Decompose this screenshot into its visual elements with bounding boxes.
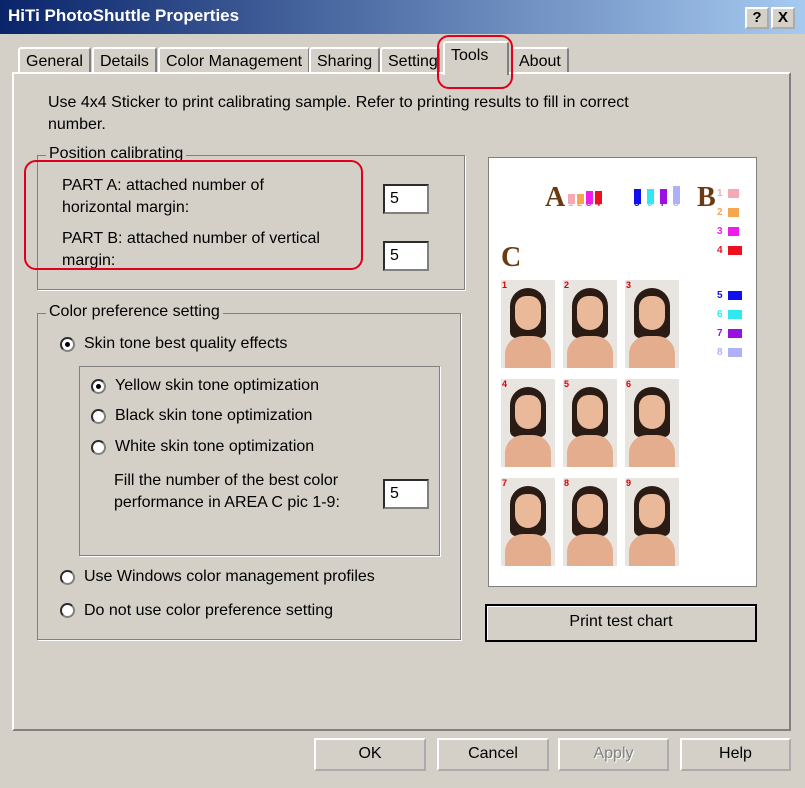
photo-number: 9 xyxy=(626,478,632,488)
area-b-swatch xyxy=(728,329,742,338)
area-a-number: 5 xyxy=(634,198,640,209)
test-chart-preview: A B C 1234567812345678123456789 xyxy=(488,157,757,587)
black-radio[interactable] xyxy=(91,409,106,424)
photo-number: 7 xyxy=(502,478,508,488)
area-a-letter: A xyxy=(545,182,566,213)
window-title: HiTi PhotoShuttle Properties xyxy=(8,6,240,25)
yellow-label[interactable]: Yellow skin tone optimization xyxy=(115,377,319,395)
cancel-button[interactable]: Cancel xyxy=(437,738,549,771)
help-button[interactable]: ? xyxy=(745,7,769,29)
print-test-chart-button[interactable]: Print test chart xyxy=(485,604,757,642)
area-a-number: 8 xyxy=(673,198,679,209)
area-a-number: 2 xyxy=(577,198,583,209)
area-a-number: 3 xyxy=(586,198,592,209)
area-c-letter: C xyxy=(501,242,522,273)
area-b-number: 7 xyxy=(717,328,723,339)
area-c-photo: 1 xyxy=(501,280,555,368)
tab-setting[interactable]: Setting xyxy=(380,47,440,74)
part-a-input[interactable]: 5 xyxy=(383,184,429,214)
white-label[interactable]: White skin tone optimization xyxy=(115,438,314,456)
area-a-number: 1 xyxy=(568,198,574,209)
area-b-number: 4 xyxy=(717,245,723,256)
best-pic-input[interactable]: 5 xyxy=(383,479,429,509)
area-a-number: 4 xyxy=(595,198,601,209)
windows-cm-radio[interactable] xyxy=(60,570,75,585)
area-c-photo: 2 xyxy=(563,280,617,368)
fill-label: Fill the number of the best color perfor… xyxy=(114,472,340,511)
tab-sharing[interactable]: Sharing xyxy=(309,47,381,74)
area-b-swatch xyxy=(728,348,742,357)
color-group-label: Color preference setting xyxy=(46,303,223,321)
area-b-number: 2 xyxy=(717,207,723,218)
tab-details[interactable]: Details xyxy=(92,47,157,74)
area-c-photo: 3 xyxy=(625,280,679,368)
windows-cm-label[interactable]: Use Windows color management profiles xyxy=(84,568,375,586)
tab-general[interactable]: General xyxy=(18,47,91,74)
highlight-tools-tab xyxy=(437,35,513,89)
area-c-photo: 5 xyxy=(563,379,617,467)
yellow-radio[interactable] xyxy=(91,379,106,394)
area-b-swatch xyxy=(728,291,742,300)
skin-tone-label[interactable]: Skin tone best quality effects xyxy=(84,335,287,353)
white-radio[interactable] xyxy=(91,440,106,455)
no-pref-radio[interactable] xyxy=(60,603,75,618)
skin-tone-radio[interactable] xyxy=(60,337,75,352)
area-b-number: 8 xyxy=(717,347,723,358)
area-c-photo: 8 xyxy=(563,478,617,566)
instructions-text: Use 4x4 Sticker to print calibrating sam… xyxy=(48,94,629,133)
apply-button[interactable]: Apply xyxy=(558,738,669,771)
photo-number: 2 xyxy=(564,280,570,290)
area-c-photo: 4 xyxy=(501,379,555,467)
area-b-swatch xyxy=(728,246,742,255)
close-button[interactable]: X xyxy=(771,7,795,29)
area-b-number: 1 xyxy=(717,188,723,199)
area-b-swatch xyxy=(728,227,739,236)
area-b-swatch xyxy=(728,189,739,198)
photo-number: 3 xyxy=(626,280,632,290)
photo-number: 6 xyxy=(626,379,632,389)
area-b-number: 3 xyxy=(717,226,723,237)
photo-number: 8 xyxy=(564,478,570,488)
photo-number: 1 xyxy=(502,280,508,290)
part-b-input[interactable]: 5 xyxy=(383,241,429,271)
no-pref-label[interactable]: Do not use color preference setting xyxy=(84,602,333,620)
area-c-photo: 6 xyxy=(625,379,679,467)
photo-number: 4 xyxy=(502,379,508,389)
area-b-number: 5 xyxy=(717,290,723,301)
area-b-swatch xyxy=(728,208,739,217)
tab-color-management[interactable]: Color Management xyxy=(158,47,311,74)
area-a-number: 7 xyxy=(660,198,666,209)
black-label[interactable]: Black skin tone optimization xyxy=(115,407,312,425)
ok-button[interactable]: OK xyxy=(314,738,426,771)
area-c-photo: 7 xyxy=(501,478,555,566)
area-b-swatch xyxy=(728,310,742,319)
photo-number: 5 xyxy=(564,379,570,389)
tab-about[interactable]: About xyxy=(511,47,569,74)
help-dialog-button[interactable]: Help xyxy=(680,738,791,771)
highlight-part-box xyxy=(24,160,363,270)
area-c-photo: 9 xyxy=(625,478,679,566)
area-b-number: 6 xyxy=(717,309,723,320)
area-b-letter: B xyxy=(697,182,716,213)
area-a-number: 6 xyxy=(647,198,653,209)
